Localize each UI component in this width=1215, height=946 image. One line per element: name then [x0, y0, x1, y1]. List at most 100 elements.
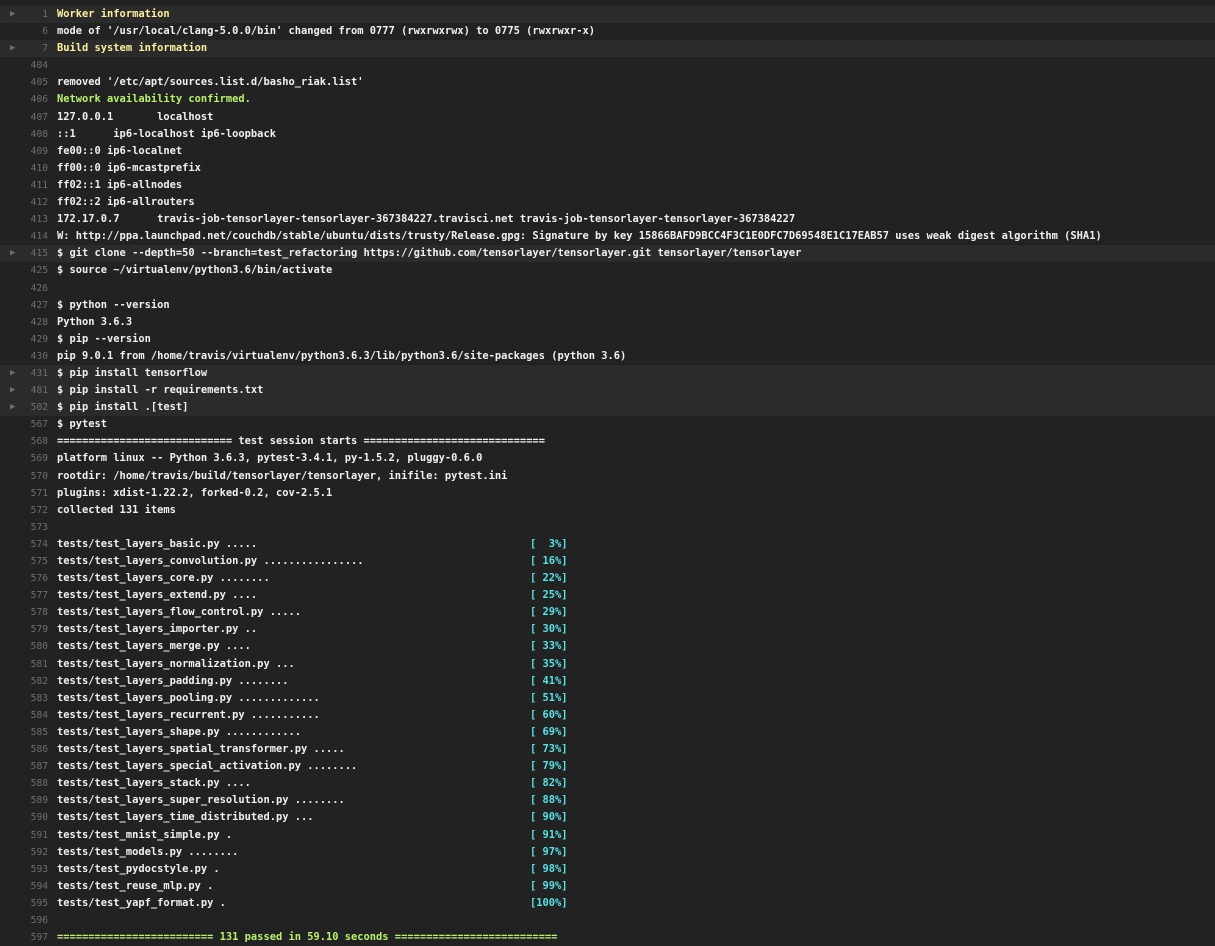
- line-number[interactable]: 430: [0, 348, 48, 365]
- log-line: 574 tests/test_layers_basic.py ..... [ 3%]: [0, 536, 1215, 553]
- line-number[interactable]: 589: [0, 792, 48, 809]
- line-number[interactable]: 431: [0, 365, 48, 382]
- line-number[interactable]: 574: [0, 536, 48, 553]
- progress-percent: [ 98%]: [530, 862, 568, 875]
- line-number[interactable]: 409: [0, 143, 48, 160]
- log-line: 584 tests/test_layers_recurrent.py ......…: [0, 707, 1215, 724]
- line-number[interactable]: 415: [0, 245, 48, 262]
- line-number[interactable]: 577: [0, 587, 48, 604]
- line-number[interactable]: 593: [0, 861, 48, 878]
- log-line: 412 ff02::2 ip6-allrouters: [0, 194, 1215, 211]
- line-number[interactable]: 427: [0, 297, 48, 314]
- line-text: tests/test_layers_spatial_transformer.py…: [57, 743, 345, 756]
- log-fold-line[interactable]: ▶ 7 Build system information: [0, 40, 1215, 58]
- line-number[interactable]: 502: [0, 399, 48, 416]
- line-text: $ pip install tensorflow: [57, 366, 208, 379]
- line-number[interactable]: 570: [0, 468, 48, 485]
- line-number[interactable]: 6: [0, 23, 48, 40]
- line-number[interactable]: 592: [0, 844, 48, 861]
- line-number[interactable]: 585: [0, 724, 48, 741]
- line-number[interactable]: 572: [0, 502, 48, 519]
- progress-percent: [ 3%]: [530, 537, 568, 550]
- log-line: 414 W: http://ppa.launchpad.net/couchdb/s…: [0, 228, 1215, 245]
- line-text: $ source ~/virtualenv/python3.6/bin/acti…: [57, 264, 333, 277]
- progress-percent: [ 79%]: [530, 760, 568, 773]
- line-number[interactable]: 581: [0, 656, 48, 673]
- line-number[interactable]: 586: [0, 741, 48, 758]
- log-line: 413 172.17.0.7 travis-job-tensorlayer-ten…: [0, 211, 1215, 228]
- log-line: 579 tests/test_layers_importer.py .. [ 30%…: [0, 621, 1215, 638]
- line-number[interactable]: 404: [0, 57, 48, 74]
- log-line: 572 collected 131 items: [0, 502, 1215, 519]
- progress-percent: [ 60%]: [530, 708, 568, 721]
- progress-percent: [ 35%]: [530, 657, 568, 670]
- log-line: 580 tests/test_layers_merge.py .... [ 33%]: [0, 638, 1215, 655]
- line-number[interactable]: 406: [0, 91, 48, 108]
- line-number[interactable]: 590: [0, 809, 48, 826]
- log-line: 576 tests/test_layers_core.py ........ [ 2…: [0, 570, 1215, 587]
- line-number[interactable]: 582: [0, 673, 48, 690]
- line-text: $ git clone --depth=50 --branch=test_ref…: [57, 247, 802, 260]
- line-number[interactable]: 411: [0, 177, 48, 194]
- log-line: 569 platform linux -- Python 3.6.3, pytes…: [0, 450, 1215, 467]
- line-number[interactable]: 410: [0, 160, 48, 177]
- line-number[interactable]: 576: [0, 570, 48, 587]
- line-number[interactable]: 583: [0, 690, 48, 707]
- line-number[interactable]: 414: [0, 228, 48, 245]
- progress-percent: [ 22%]: [530, 572, 568, 585]
- line-number[interactable]: 412: [0, 194, 48, 211]
- line-number[interactable]: 429: [0, 331, 48, 348]
- line-text: platform linux -- Python 3.6.3, pytest-3…: [57, 452, 483, 465]
- log-line: 588 tests/test_layers_stack.py .... [ 82%]: [0, 775, 1215, 792]
- log-line: 585 tests/test_layers_shape.py ..........…: [0, 724, 1215, 741]
- progress-percent: [ 51%]: [530, 691, 568, 704]
- line-number[interactable]: 579: [0, 621, 48, 638]
- line-number[interactable]: 578: [0, 604, 48, 621]
- line-number[interactable]: 481: [0, 382, 48, 399]
- line-text: collected 131 items: [57, 503, 176, 516]
- line-number[interactable]: 596: [0, 912, 48, 929]
- line-number[interactable]: 568: [0, 433, 48, 450]
- line-number[interactable]: 594: [0, 878, 48, 895]
- line-number[interactable]: 591: [0, 827, 48, 844]
- log-line: 586 tests/test_layers_spatial_transformer…: [0, 741, 1215, 758]
- line-number[interactable]: 407: [0, 109, 48, 126]
- line-number[interactable]: 428: [0, 314, 48, 331]
- line-text: tests/test_layers_core.py ........: [57, 572, 270, 585]
- log-line: 430 pip 9.0.1 from /home/travis/virtualen…: [0, 348, 1215, 365]
- line-number[interactable]: 595: [0, 895, 48, 912]
- line-number[interactable]: 573: [0, 519, 48, 536]
- line-text: tests/test_layers_special_activation.py …: [57, 760, 358, 773]
- line-number[interactable]: 408: [0, 126, 48, 143]
- line-number[interactable]: 405: [0, 74, 48, 91]
- line-text: ========================= 131 passed in …: [57, 931, 558, 944]
- log-fold-line[interactable]: ▶ 431 $ pip install tensorflow: [0, 364, 1215, 383]
- line-text: $ pytest: [57, 418, 108, 431]
- line-number[interactable]: 426: [0, 280, 48, 297]
- line-number[interactable]: 413: [0, 211, 48, 228]
- line-text: fe00::0 ip6-localnet: [57, 144, 183, 157]
- line-number[interactable]: 1: [0, 6, 48, 23]
- line-number[interactable]: 569: [0, 450, 48, 467]
- line-number[interactable]: 571: [0, 485, 48, 502]
- log-fold-line[interactable]: ▶ 1 Worker information: [0, 6, 1215, 24]
- log-fold-line[interactable]: ▶ 415 $ git clone --depth=50 --branch=test…: [0, 245, 1215, 263]
- line-number[interactable]: 7: [0, 40, 48, 57]
- line-number[interactable]: 425: [0, 262, 48, 279]
- line-number[interactable]: 580: [0, 638, 48, 655]
- line-number[interactable]: 584: [0, 707, 48, 724]
- line-number[interactable]: 587: [0, 758, 48, 775]
- progress-percent: [ 90%]: [530, 811, 568, 824]
- line-number[interactable]: 567: [0, 416, 48, 433]
- line-number[interactable]: 597: [0, 929, 48, 946]
- line-number[interactable]: 575: [0, 553, 48, 570]
- log-line: 596: [0, 912, 1215, 929]
- line-text: Network availability confirmed.: [57, 93, 251, 106]
- line-text: tests/test_layers_time_distributed.py ..…: [57, 811, 314, 824]
- log-line: 589 tests/test_layers_super_resolution.py…: [0, 792, 1215, 809]
- line-text: Worker information: [57, 8, 170, 20]
- log-fold-line[interactable]: ▶ 481 $ pip install -r requirements.txt: [0, 382, 1215, 400]
- log-fold-line[interactable]: ▶ 502 $ pip install .[test]: [0, 399, 1215, 417]
- line-number[interactable]: 588: [0, 775, 48, 792]
- line-text: tests/test_layers_recurrent.py .........…: [57, 708, 320, 721]
